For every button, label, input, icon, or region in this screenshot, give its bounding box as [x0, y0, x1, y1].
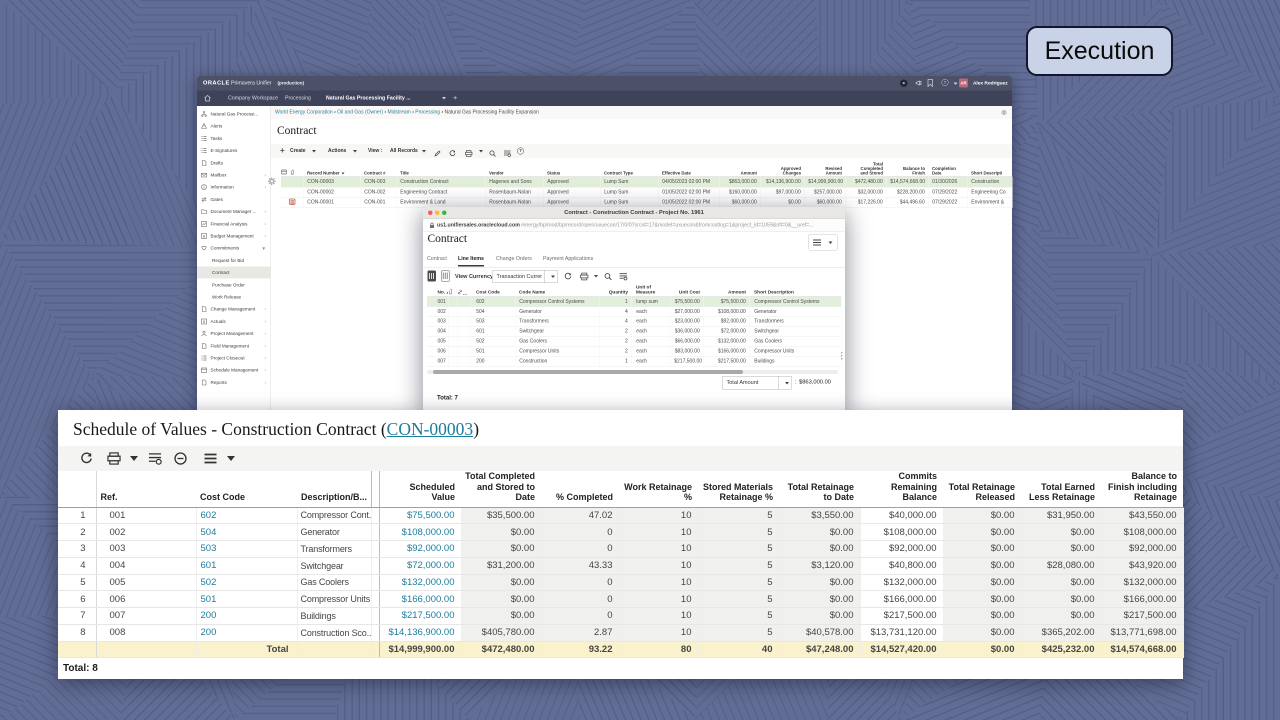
svg-text:$: $: [203, 234, 206, 239]
svg-text:$: $: [203, 319, 206, 324]
